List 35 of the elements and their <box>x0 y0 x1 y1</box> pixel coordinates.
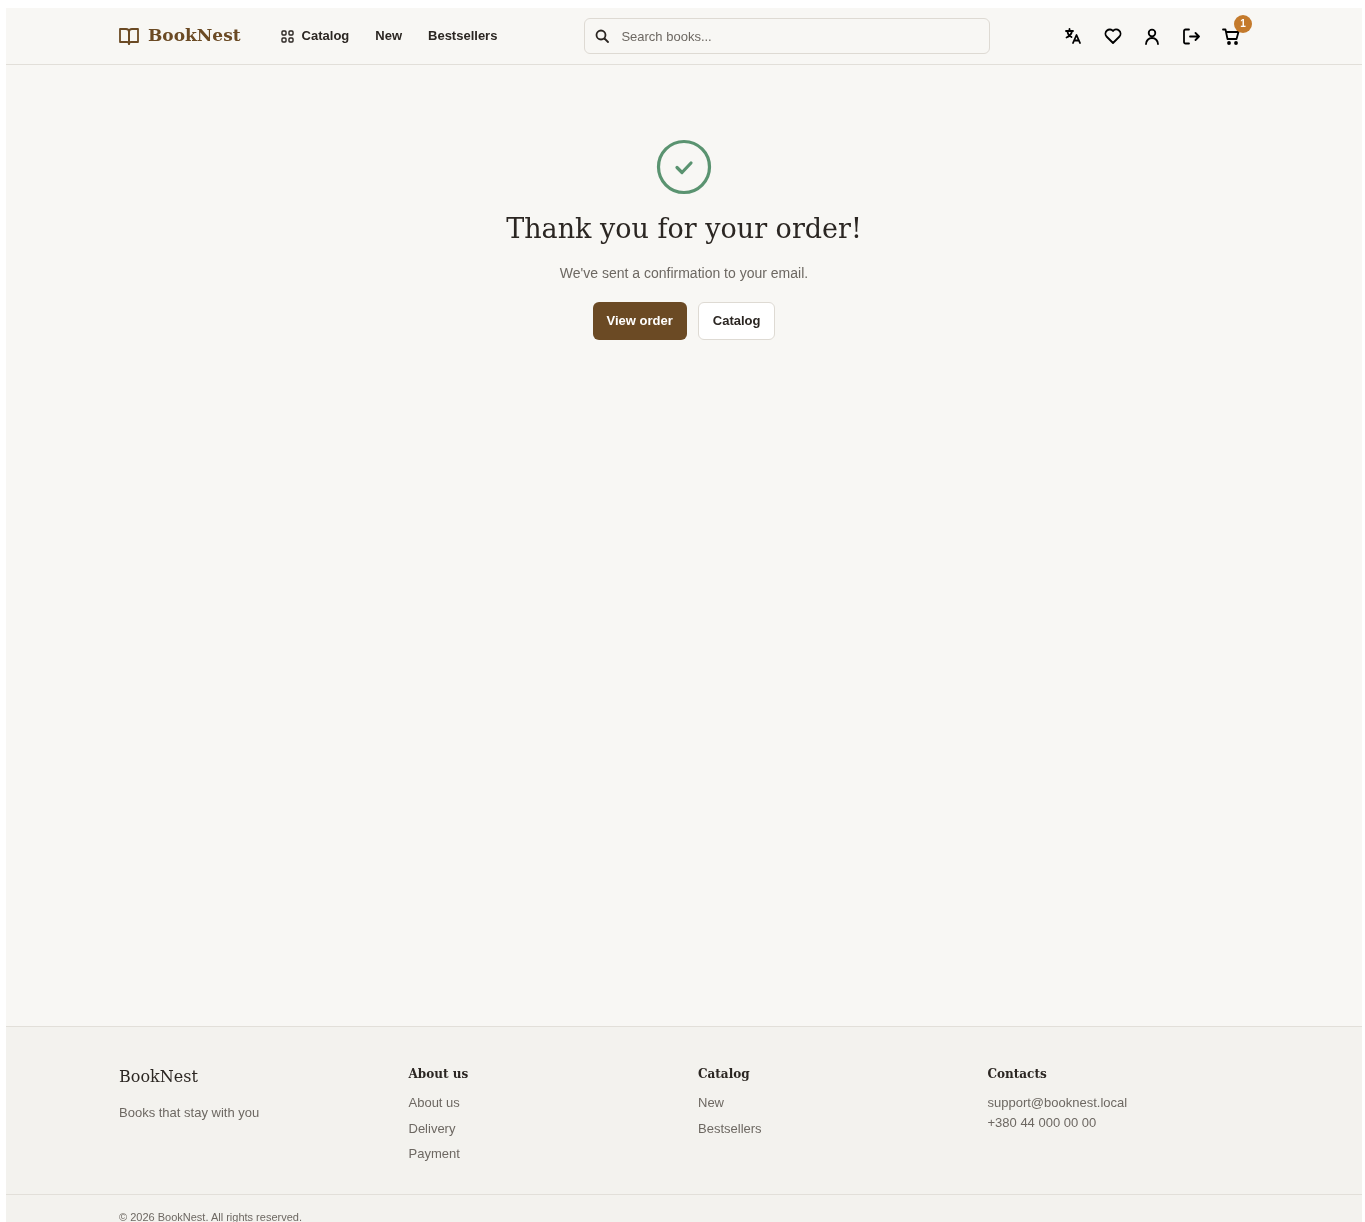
logout-button[interactable] <box>1182 27 1200 45</box>
user-icon <box>1144 27 1160 45</box>
cart-icon <box>1222 27 1240 45</box>
account-button[interactable] <box>1144 27 1160 45</box>
footer-tagline: Books that stay with you <box>119 1104 261 1122</box>
cart-count-badge: 1 <box>1234 14 1252 33</box>
footer-link[interactable]: Payment <box>408 1144 698 1164</box>
nav-link[interactable]: Catalog <box>280 26 350 46</box>
heart-icon <box>1104 28 1122 44</box>
nav-link[interactable]: New <box>375 26 402 46</box>
wishlist-button[interactable] <box>1104 28 1122 44</box>
book-icon <box>118 26 140 46</box>
footer-heading: About us <box>408 1066 470 1083</box>
footer-link[interactable]: About us <box>408 1093 698 1113</box>
contact-text: support@booknest.local <box>987 1094 1129 1112</box>
logo[interactable]: BookNest <box>118 23 241 49</box>
page-title: Thank you for your order! <box>506 213 862 246</box>
footer-brand: BookNest <box>119 1066 199 1088</box>
grid-icon <box>280 29 294 43</box>
footer-heading: Catalog <box>698 1066 751 1083</box>
view-order-button[interactable]: View order <box>592 302 687 340</box>
language-button[interactable] <box>1064 27 1082 45</box>
footer-heading: Contacts <box>987 1066 1048 1083</box>
translate-icon <box>1064 27 1082 45</box>
nav-link[interactable]: Bestsellers <box>428 26 498 46</box>
catalog-button[interactable]: Catalog <box>697 302 776 340</box>
confirmation-message: We've sent a confirmation to your email. <box>559 264 809 284</box>
check-circle-icon <box>656 139 712 195</box>
footer-link[interactable]: New <box>698 1093 988 1113</box>
search-field[interactable]: Search books... <box>584 18 991 54</box>
footer-link[interactable]: Delivery <box>408 1118 698 1138</box>
cart-button[interactable] <box>1222 27 1240 45</box>
contact-text: +380 44 000 00 00 <box>987 1113 1098 1132</box>
footer-link[interactable]: Bestsellers <box>698 1118 988 1138</box>
logout-icon <box>1182 27 1200 45</box>
